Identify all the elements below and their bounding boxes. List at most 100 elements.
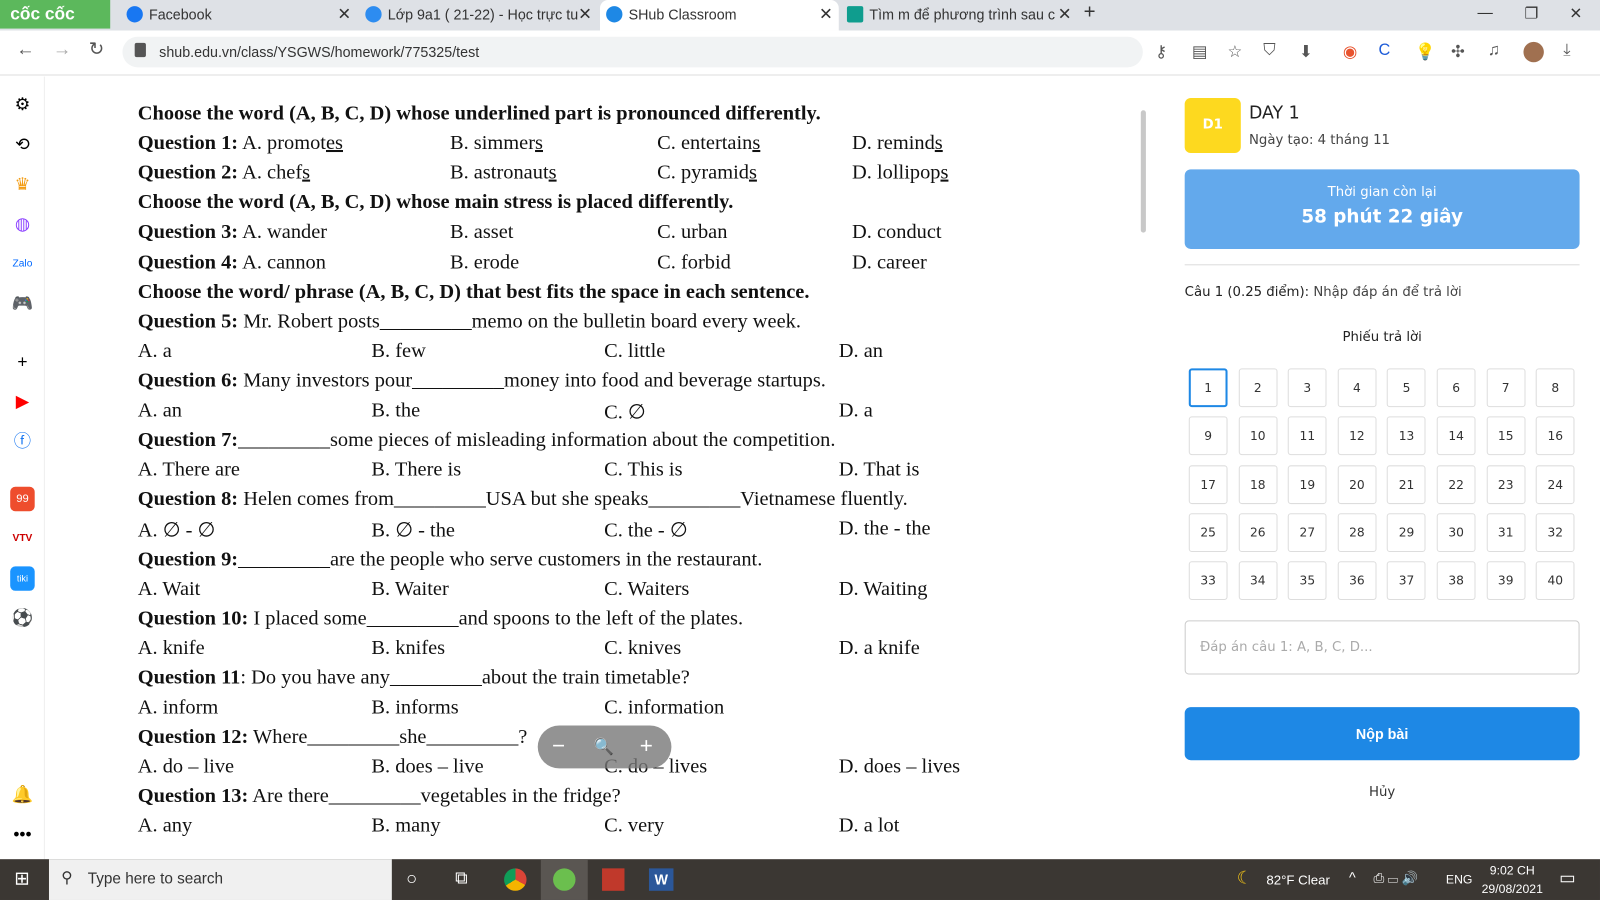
tab-lop-9a1[interactable]: Lớp 9a1 ( 21-22) - Học trực tu ✕: [359, 0, 598, 31]
tiki-icon[interactable]: tiki: [10, 566, 35, 591]
vtv-icon[interactable]: VTV: [10, 527, 34, 551]
answer-sheet-question-40[interactable]: 40: [1535, 561, 1575, 601]
answer-sheet-question-30[interactable]: 30: [1436, 513, 1476, 552]
browser-logo[interactable]: cốc cốc: [0, 0, 111, 29]
shield-icon[interactable]: ⛉: [1263, 42, 1275, 60]
answer-sheet-question-33[interactable]: 33: [1188, 561, 1228, 601]
playlist-icon[interactable]: ♫: [1488, 42, 1500, 60]
game-icon[interactable]: 🎮: [10, 292, 34, 316]
answer-sheet-question-39[interactable]: 39: [1486, 561, 1526, 601]
clock-date[interactable]: 29/08/2021: [1482, 882, 1543, 896]
history-icon[interactable]: ⟲: [10, 133, 34, 157]
extension-c-icon[interactable]: C: [1379, 42, 1391, 60]
answer-sheet-question-14[interactable]: 14: [1436, 416, 1476, 456]
answer-sheet-question-24[interactable]: 24: [1535, 464, 1575, 504]
zoom-out-button[interactable]: −: [552, 733, 565, 760]
forward-icon[interactable]: →: [53, 39, 71, 60]
tab-tim-m[interactable]: Tìm m để phương trình sau c ✕: [841, 0, 1078, 31]
answer-sheet-question-37[interactable]: 37: [1387, 561, 1426, 601]
more-icon[interactable]: •••: [10, 822, 34, 846]
task-view-icon[interactable]: ⧉: [455, 868, 467, 888]
zoom-in-button[interactable]: +: [640, 733, 653, 760]
avatar[interactable]: [1523, 41, 1544, 63]
answer-sheet-question-9[interactable]: 9: [1188, 416, 1228, 456]
taskbar-search[interactable]: ⚲ Type here to search: [48, 859, 392, 900]
chrome-icon[interactable]: [504, 868, 527, 891]
crown-icon[interactable]: ♛: [10, 172, 34, 196]
answer-sheet-question-3[interactable]: 3: [1287, 368, 1327, 408]
answer-sheet-question-35[interactable]: 35: [1287, 561, 1327, 601]
minimize-button[interactable]: —: [1478, 4, 1493, 21]
youtube-icon[interactable]: ▶: [10, 390, 34, 414]
key-icon[interactable]: ⚷: [1155, 42, 1167, 62]
answer-sheet-question-5[interactable]: 5: [1387, 368, 1426, 408]
football-icon[interactable]: ⚽: [10, 606, 34, 630]
answer-sheet-question-15[interactable]: 15: [1486, 416, 1526, 456]
close-tab-icon[interactable]: ✕: [1057, 4, 1072, 25]
answer-sheet-question-18[interactable]: 18: [1238, 464, 1278, 504]
coccoc-taskbar-icon[interactable]: [540, 859, 588, 900]
answer-sheet-question-2[interactable]: 2: [1238, 368, 1278, 408]
answer-sheet-question-23[interactable]: 23: [1486, 464, 1526, 504]
answer-sheet-question-16[interactable]: 16: [1535, 416, 1575, 456]
tab-shub-classroom[interactable]: SHub Classroom ✕: [599, 0, 839, 31]
puzzle-icon[interactable]: ✣: [1451, 42, 1465, 62]
answer-sheet-question-19[interactable]: 19: [1287, 464, 1327, 504]
answer-sheet-question-36[interactable]: 36: [1337, 561, 1377, 601]
shopee-icon[interactable]: 99: [10, 486, 35, 512]
extension-icon[interactable]: ◉: [1343, 42, 1357, 62]
close-tab-icon[interactable]: ✕: [819, 4, 833, 24]
cortana-icon[interactable]: ○: [406, 868, 417, 889]
answer-sheet-question-25[interactable]: 25: [1188, 513, 1228, 552]
answer-sheet-question-34[interactable]: 34: [1238, 561, 1278, 601]
submit-button[interactable]: Nộp bài: [1184, 707, 1580, 761]
add-icon[interactable]: +: [10, 350, 34, 374]
back-icon[interactable]: ←: [16, 39, 34, 60]
bookmark-star-icon[interactable]: ☆: [1228, 42, 1243, 62]
answer-sheet-question-7[interactable]: 7: [1486, 368, 1526, 408]
answer-sheet-question-17[interactable]: 17: [1188, 464, 1228, 504]
close-tab-icon[interactable]: ✕: [578, 4, 592, 25]
word-icon[interactable]: W: [648, 868, 674, 891]
downloads-icon[interactable]: ⤓: [1563, 42, 1570, 60]
tab-facebook[interactable]: Facebook ✕: [120, 0, 357, 31]
clock-time[interactable]: 9:02 CH: [1490, 863, 1535, 877]
tray-icons[interactable]: ⎙ ▭ 🔊: [1373, 870, 1418, 886]
messenger-icon[interactable]: ◍: [10, 212, 34, 236]
weather-text[interactable]: 82°F Clear: [1266, 872, 1330, 887]
answer-sheet-question-26[interactable]: 26: [1238, 513, 1278, 552]
answer-sheet-question-27[interactable]: 27: [1287, 513, 1327, 552]
answer-sheet-question-6[interactable]: 6: [1436, 368, 1476, 408]
answer-sheet-question-21[interactable]: 21: [1387, 464, 1426, 504]
answer-sheet-question-1[interactable]: 1: [1188, 368, 1228, 408]
close-tab-icon[interactable]: ✕: [337, 4, 351, 24]
answer-sheet-question-38[interactable]: 38: [1436, 561, 1476, 601]
notification-center-icon[interactable]: ▭: [1559, 868, 1575, 888]
answer-sheet-question-11[interactable]: 11: [1287, 416, 1327, 456]
app-icon[interactable]: [602, 868, 625, 891]
language-indicator[interactable]: ENG: [1446, 872, 1473, 886]
zoom-icon[interactable]: 🔍: [594, 737, 614, 757]
answer-sheet-question-28[interactable]: 28: [1337, 513, 1377, 552]
maximize-button[interactable]: ❐: [1524, 4, 1538, 22]
answer-sheet-question-4[interactable]: 4: [1337, 368, 1377, 408]
tray-chevron-icon[interactable]: ^: [1349, 869, 1356, 885]
new-tab-button[interactable]: +: [1084, 1, 1096, 24]
reload-icon[interactable]: ↻: [89, 39, 104, 60]
close-window-button[interactable]: ✕: [1569, 4, 1582, 22]
windows-start-icon[interactable]: ⊞: [14, 868, 29, 889]
facebook-icon[interactable]: ⓕ: [10, 430, 34, 454]
cancel-button[interactable]: Hủy: [1185, 785, 1580, 800]
url-input[interactable]: shub.edu.vn/class/YSGWS/homework/775325/…: [122, 36, 1143, 68]
answer-input[interactable]: [1184, 620, 1580, 675]
answer-sheet-question-31[interactable]: 31: [1486, 513, 1526, 552]
answer-sheet-question-22[interactable]: 22: [1436, 464, 1476, 504]
document-scrollbar[interactable]: [1140, 110, 1146, 233]
download-icon[interactable]: ⬇: [1299, 42, 1313, 62]
bulb-icon[interactable]: 💡: [1415, 42, 1435, 62]
translate-icon[interactable]: ▤: [1192, 42, 1207, 62]
notification-bell-icon[interactable]: 🔔: [10, 783, 34, 807]
answer-sheet-question-13[interactable]: 13: [1387, 416, 1426, 456]
zalo-icon[interactable]: Zalo: [10, 252, 34, 276]
answer-sheet-question-10[interactable]: 10: [1238, 416, 1278, 456]
